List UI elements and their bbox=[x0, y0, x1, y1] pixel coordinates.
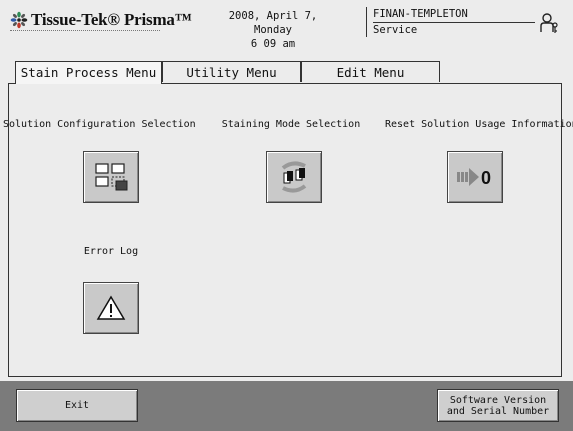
time-text: 6 09 am bbox=[250, 38, 296, 50]
software-version-button[interactable]: Software Version and Serial Number bbox=[437, 389, 559, 422]
datetime-display: 2008, April 7, Monday 6 09 am bbox=[218, 9, 328, 51]
tab-utility-menu[interactable]: Utility Menu bbox=[162, 61, 301, 82]
stain-process-panel: Solution Configuration Selection Stainin… bbox=[3, 83, 573, 377]
exit-button[interactable]: Exit bbox=[16, 389, 138, 422]
tab-stain-process-menu[interactable]: Stain Process Menu bbox=[15, 61, 162, 84]
reset-usage-button[interactable]: 0 bbox=[447, 151, 503, 203]
tissue-tek-star-icon bbox=[10, 11, 28, 29]
brand-logo: Tissue-Tek® Prisma™ bbox=[10, 10, 192, 30]
solution-config-label: Solution Configuration Selection bbox=[3, 119, 196, 130]
reset-usage-label: Reset Solution Usage Information bbox=[385, 119, 573, 130]
user-key-icon[interactable] bbox=[538, 12, 560, 34]
tab-edit-menu[interactable]: Edit Menu bbox=[301, 61, 440, 82]
arrow-zero-icon: 0 bbox=[457, 168, 491, 188]
exit-label: Exit bbox=[64, 400, 90, 411]
user-info: FINAN-TEMPLETON Service bbox=[366, 7, 535, 37]
slide-rotate-icon bbox=[281, 161, 307, 193]
tab-bar: Stain Process Menu Utility Menu Edit Men… bbox=[15, 61, 555, 84]
error-log-button[interactable] bbox=[83, 282, 139, 334]
footer-bar: Exit Software Version and Serial Number bbox=[0, 381, 573, 431]
software-version-line2: and Serial Number bbox=[446, 405, 550, 417]
user-divider bbox=[373, 22, 535, 23]
reset-zero-digit: 0 bbox=[481, 168, 491, 188]
error-log-label: Error Log bbox=[83, 246, 139, 257]
user-role: Service bbox=[373, 24, 418, 36]
software-version-line1: Software Version bbox=[449, 394, 547, 406]
brand-name: Tissue-Tek® Prisma™ bbox=[31, 10, 192, 29]
solution-config-button[interactable] bbox=[83, 151, 139, 203]
warning-triangle-icon bbox=[96, 295, 126, 320]
date-text: 2008, April 7, Monday bbox=[228, 10, 318, 36]
staining-mode-label: Staining Mode Selection bbox=[221, 119, 361, 130]
staining-mode-button[interactable] bbox=[266, 151, 322, 203]
header-bar: Tissue-Tek® Prisma™ 2008, April 7, Monda… bbox=[0, 0, 573, 52]
user-name: FINAN-TEMPLETON bbox=[373, 8, 468, 20]
grid-config-icon bbox=[95, 163, 128, 191]
logo-underline bbox=[10, 30, 160, 33]
